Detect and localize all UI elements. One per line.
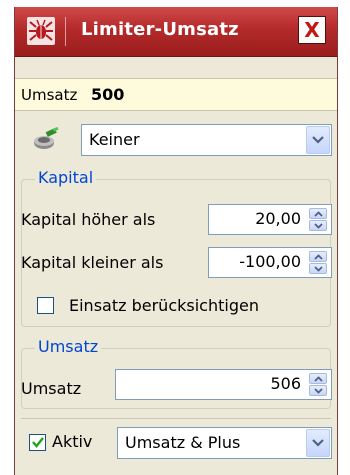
spin-down-icon[interactable]: [309, 385, 327, 396]
chevron-down-icon[interactable]: [306, 429, 330, 457]
spin-up-icon[interactable]: [309, 208, 327, 219]
einsatz-checkbox[interactable]: [37, 297, 54, 314]
spin-down-icon[interactable]: [309, 220, 327, 231]
chevron-down-icon[interactable]: [306, 126, 330, 154]
limiter-window: Limiter-Umsatz X Umsatz 500 Keiner Kapit…: [14, 7, 338, 475]
kapital-lower-input[interactable]: -100,00: [208, 247, 332, 278]
kapital-higher-value: 20,00: [255, 209, 301, 228]
close-button[interactable]: X: [298, 16, 326, 44]
einsatz-label[interactable]: Einsatz berücksichtigen: [69, 296, 259, 315]
profile-select[interactable]: Keiner: [81, 124, 332, 156]
umsatz-spinner[interactable]: [308, 373, 328, 396]
status-bar: Umsatz 500: [15, 78, 337, 111]
mode-select-value: Umsatz & Plus: [125, 433, 241, 452]
kapital-higher-spinner[interactable]: [308, 208, 328, 231]
kapital-higher-input[interactable]: 20,00: [208, 204, 332, 235]
title-separator: [65, 17, 66, 46]
spin-up-icon[interactable]: [309, 251, 327, 262]
profile-select-value: Keiner: [89, 130, 140, 149]
footer-divider: [21, 418, 331, 419]
umsatz-group-title: Umsatz: [35, 337, 102, 356]
kapital-higher-label: Kapital höher als: [21, 210, 156, 229]
mode-select[interactable]: Umsatz & Plus: [117, 427, 332, 459]
close-icon: X: [304, 18, 320, 42]
checkmark-icon: [31, 437, 44, 448]
kapital-lower-spinner[interactable]: [308, 251, 328, 274]
title-bar[interactable]: Limiter-Umsatz X: [15, 7, 337, 57]
status-value: 500: [91, 85, 125, 104]
kapital-lower-value: -100,00: [239, 252, 301, 271]
spin-down-icon[interactable]: [309, 263, 327, 274]
aktiv-checkbox[interactable]: [29, 434, 46, 451]
green-cup-icon[interactable]: [31, 126, 61, 152]
umsatz-input[interactable]: 506: [115, 369, 332, 400]
kapital-group-title: Kapital: [35, 168, 97, 187]
kapital-lower-label: Kapital kleiner als: [21, 253, 164, 272]
spin-up-icon[interactable]: [309, 373, 327, 384]
window-title: Limiter-Umsatz: [81, 19, 239, 40]
umsatz-value: 506: [270, 374, 301, 393]
app-bug-icon: [27, 17, 55, 45]
umsatz-label: Umsatz: [21, 379, 82, 398]
aktiv-label[interactable]: Aktiv: [52, 432, 92, 451]
status-label: Umsatz: [21, 86, 78, 104]
